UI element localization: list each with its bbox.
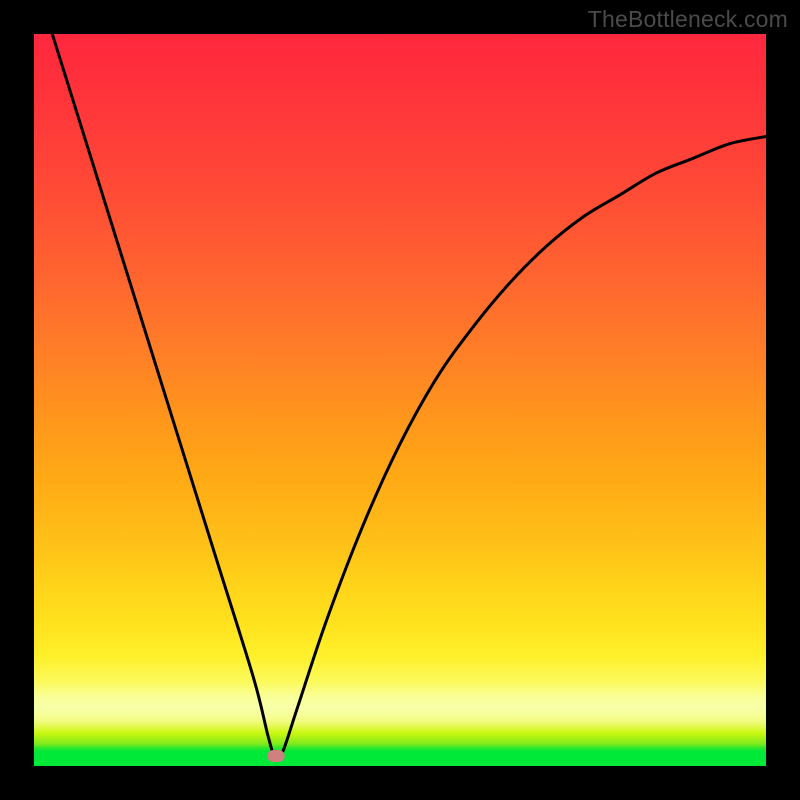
curve-svg [34, 34, 766, 766]
watermark-text: TheBottleneck.com [588, 6, 788, 33]
bottleneck-curve [34, 0, 766, 760]
plot-area [34, 34, 766, 766]
optimal-point-marker [267, 750, 284, 762]
chart-frame: TheBottleneck.com [0, 0, 800, 800]
